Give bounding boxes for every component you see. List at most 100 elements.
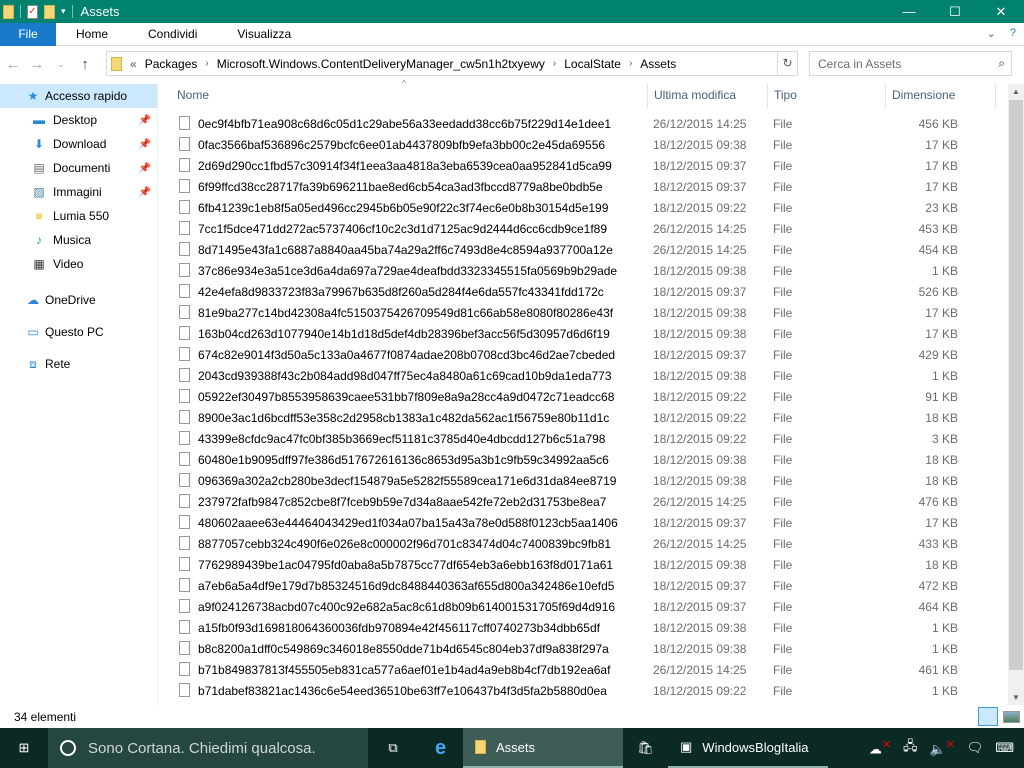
file-list: 0ec9f4bfb71ea908c68d6c05d1c29abe56a33eed… — [159, 113, 1008, 701]
breadcrumb-overflow[interactable]: « — [130, 57, 137, 71]
file-row[interactable]: b71dabef83821ac1436c6e54eed36510be63ff7e… — [159, 680, 1008, 701]
recent-locations-icon[interactable]: ⌄ — [50, 59, 72, 70]
pin-icon[interactable]: 📌 — [139, 139, 151, 150]
edge-icon[interactable]: e — [418, 728, 463, 768]
scrollbar-thumb[interactable] — [1009, 100, 1023, 670]
breadcrumb-localstate[interactable]: LocalState — [564, 57, 621, 71]
tab-file[interactable]: File — [0, 22, 56, 46]
file-row[interactable]: 480602aaee63e44464043429ed1f034a07ba15a4… — [159, 512, 1008, 533]
sidebar-item-desktop[interactable]: ▬ Desktop 📌 — [0, 108, 157, 132]
file-row[interactable]: 6fb41239c1eb8f5a05ed496cc2945b6b05e90f22… — [159, 197, 1008, 218]
scroll-down-arrow[interactable]: ▼ — [1008, 693, 1024, 702]
network-icon[interactable]: 🖧 — [903, 737, 918, 759]
minimize-button[interactable]: — — [886, 0, 932, 23]
column-header-name[interactable]: Nome — [171, 84, 648, 108]
sidebar-item-video[interactable]: ▦ Video — [0, 252, 157, 276]
sidebar-item-lumia-550[interactable]: ■ Lumia 550 — [0, 204, 157, 228]
vertical-scrollbar[interactable]: ▲ ▼ — [1008, 84, 1024, 705]
help-icon[interactable]: ? — [1010, 27, 1016, 40]
file-row[interactable]: 7762989439be1ac04795fd0aba8a5b7875cc77df… — [159, 554, 1008, 575]
file-row[interactable]: 163b04cd263d1077940e14b1d18d5def4db28396… — [159, 323, 1008, 344]
search-input[interactable]: Cerca in Assets ⌕ — [809, 51, 1012, 76]
breadcrumb-packages[interactable]: Packages — [145, 57, 198, 71]
task-view-icon[interactable]: ⧉ — [368, 728, 418, 768]
file-name: 237972fafb9847c852cbe8f7fceb9b59e7d34a8a… — [198, 495, 607, 509]
file-row[interactable]: 7cc1f5dce471dd272ac5737406cf10c2c3d1d712… — [159, 218, 1008, 239]
file-modified: 26/12/2015 14:25 — [653, 222, 747, 236]
file-row[interactable]: 8900e3ac1d6bcdff53e358c2d2958cb1383a1c48… — [159, 407, 1008, 428]
chevron-right-icon[interactable]: › — [553, 58, 556, 69]
file-row[interactable]: 37c86e934e3a51ce3d6a4da697a729ae4deafbdd… — [159, 260, 1008, 281]
file-name: a15fb0f93d169818064360036fdb970894e42f45… — [198, 621, 600, 635]
chevron-right-icon[interactable]: › — [205, 58, 208, 69]
file-row[interactable]: 60480e1b9095dff97fe386d517672616136c8653… — [159, 449, 1008, 470]
file-row[interactable]: a7eb6a5a4df9e179d7b85324516d9dc848844036… — [159, 575, 1008, 596]
details-view-button[interactable] — [978, 707, 998, 726]
file-row[interactable]: 0fac3566baf536896c2579bcfc6ee01ab4437809… — [159, 134, 1008, 155]
expand-ribbon-icon[interactable]: ⌄ — [987, 27, 996, 40]
file-size: 1 KB — [931, 684, 958, 698]
cortana-search[interactable]: Sono Cortana. Chiedimi qualcosa. — [48, 728, 368, 768]
tab-share[interactable]: Condividi — [128, 23, 217, 46]
column-header-size[interactable]: Dimensione — [886, 84, 996, 108]
volume-muted-icon[interactable]: 🔈✕ — [929, 738, 954, 757]
maximize-button[interactable]: ☐ — [932, 0, 978, 23]
file-row[interactable]: b71b849837813f455505eb831ca577a6aef01e1b… — [159, 659, 1008, 680]
file-row[interactable]: 05922ef30497b8553958639caee531bb7f809e8a… — [159, 386, 1008, 407]
store-icon[interactable]: 🛍 — [623, 728, 668, 768]
keyboard-icon[interactable]: ⌨ — [995, 740, 1014, 756]
file-row[interactable]: 81e9ba277c14bd42308a4fc5150375426709549d… — [159, 302, 1008, 323]
properties-icon[interactable]: ✓ — [27, 4, 38, 19]
breadcrumb-package[interactable]: Microsoft.Windows.ContentDeliveryManager… — [217, 57, 545, 71]
file-row[interactable]: 2d69d290cc1fbd57c30914f34f1eea3aa4818a3e… — [159, 155, 1008, 176]
breadcrumb-assets[interactable]: Assets — [640, 57, 676, 71]
tab-view[interactable]: Visualizza — [217, 23, 311, 46]
taskbar-app-assets[interactable]: Assets — [463, 728, 623, 768]
scroll-up-arrow[interactable]: ▲ — [1008, 87, 1024, 96]
column-header-type[interactable]: Tipo — [768, 84, 886, 108]
file-row[interactable]: 43399e8cfdc9ac47fc0bf385b3669ecf51181c37… — [159, 428, 1008, 449]
pin-icon[interactable]: 📌 — [139, 163, 151, 174]
file-row[interactable]: a9f024126738acbd07c400c92e682a5ac8c61d8b… — [159, 596, 1008, 617]
file-row[interactable]: 096369a302a2cb280be3decf154879a5e5282f55… — [159, 470, 1008, 491]
file-row[interactable]: 2043cd939388f43c2b084add98d047ff75ec4a84… — [159, 365, 1008, 386]
sidebar-item-accesso-rapido[interactable]: ★ Accesso rapido — [0, 84, 157, 108]
file-name: a7eb6a5a4df9e179d7b85324516d9dc848844036… — [198, 579, 615, 593]
file-row[interactable]: 0ec9f4bfb71ea908c68d6c05d1c29abe56a33eed… — [159, 113, 1008, 134]
file-row[interactable]: 42e4efa8d9833723f83a79967b635d8f260a5d28… — [159, 281, 1008, 302]
search-icon[interactable]: ⌕ — [998, 56, 1005, 71]
windows-start-icon[interactable]: ⊞ — [0, 728, 48, 768]
sidebar-item-onedrive[interactable]: ☁ OneDrive — [0, 288, 157, 312]
refresh-icon[interactable]: ↻ — [777, 52, 797, 75]
file-row[interactable]: 6f99ffcd38cc28717fa39b696211bae8ed6cb54c… — [159, 176, 1008, 197]
tab-home[interactable]: Home — [56, 23, 128, 46]
sidebar-item-download[interactable]: ⬇ Download 📌 — [0, 132, 157, 156]
pin-icon[interactable]: 📌 — [139, 187, 151, 198]
onedrive-error-icon[interactable]: ☁✕ — [869, 738, 891, 757]
new-folder-icon[interactable] — [44, 4, 55, 19]
column-header-modified[interactable]: Ultima modifica — [648, 84, 768, 108]
up-button[interactable]: ↑ — [74, 56, 96, 73]
address-bar[interactable]: « Packages › Microsoft.Windows.ContentDel… — [106, 51, 798, 76]
chevron-right-icon[interactable]: › — [629, 58, 632, 69]
sidebar-item-questo-pc[interactable]: ▭ Questo PC — [0, 320, 157, 344]
sidebar-item-documenti[interactable]: ▤ Documenti 📌 — [0, 156, 157, 180]
file-row[interactable]: b8c8200a1dff0c549869c346018e8550dde71b4d… — [159, 638, 1008, 659]
large-icons-view-button[interactable] — [1003, 711, 1020, 723]
back-button[interactable]: ← — [2, 56, 24, 73]
sidebar-item-musica[interactable]: ♪ Musica — [0, 228, 157, 252]
pin-icon[interactable]: 📌 — [139, 115, 151, 126]
file-row[interactable]: a15fb0f93d169818064360036fdb970894e42f45… — [159, 617, 1008, 638]
close-button[interactable]: ✕ — [978, 0, 1024, 23]
action-center-icon[interactable]: 🗨 — [967, 740, 984, 756]
file-icon — [179, 620, 190, 634]
taskbar-app-windowsblogitalia[interactable]: ▣ WindowsBlogItalia — [668, 728, 828, 768]
customize-quick-access-icon[interactable]: ▾ — [61, 6, 66, 17]
file-row[interactable]: 674c82e9014f3d50a5c133a0a4677f0874adae20… — [159, 344, 1008, 365]
file-row[interactable]: 237972fafb9847c852cbe8f7fceb9b59e7d34a8a… — [159, 491, 1008, 512]
sidebar-item-rete[interactable]: ⧈ Rete — [0, 352, 157, 376]
sidebar-item-immagini[interactable]: ▨ Immagini 📌 — [0, 180, 157, 204]
file-row[interactable]: 8877057cebb324c490f6e026e8c000002f96d701… — [159, 533, 1008, 554]
file-row[interactable]: 8d71495e43fa1c6887a8840aa45ba74a29a2ff6c… — [159, 239, 1008, 260]
forward-button[interactable]: → — [26, 56, 48, 73]
